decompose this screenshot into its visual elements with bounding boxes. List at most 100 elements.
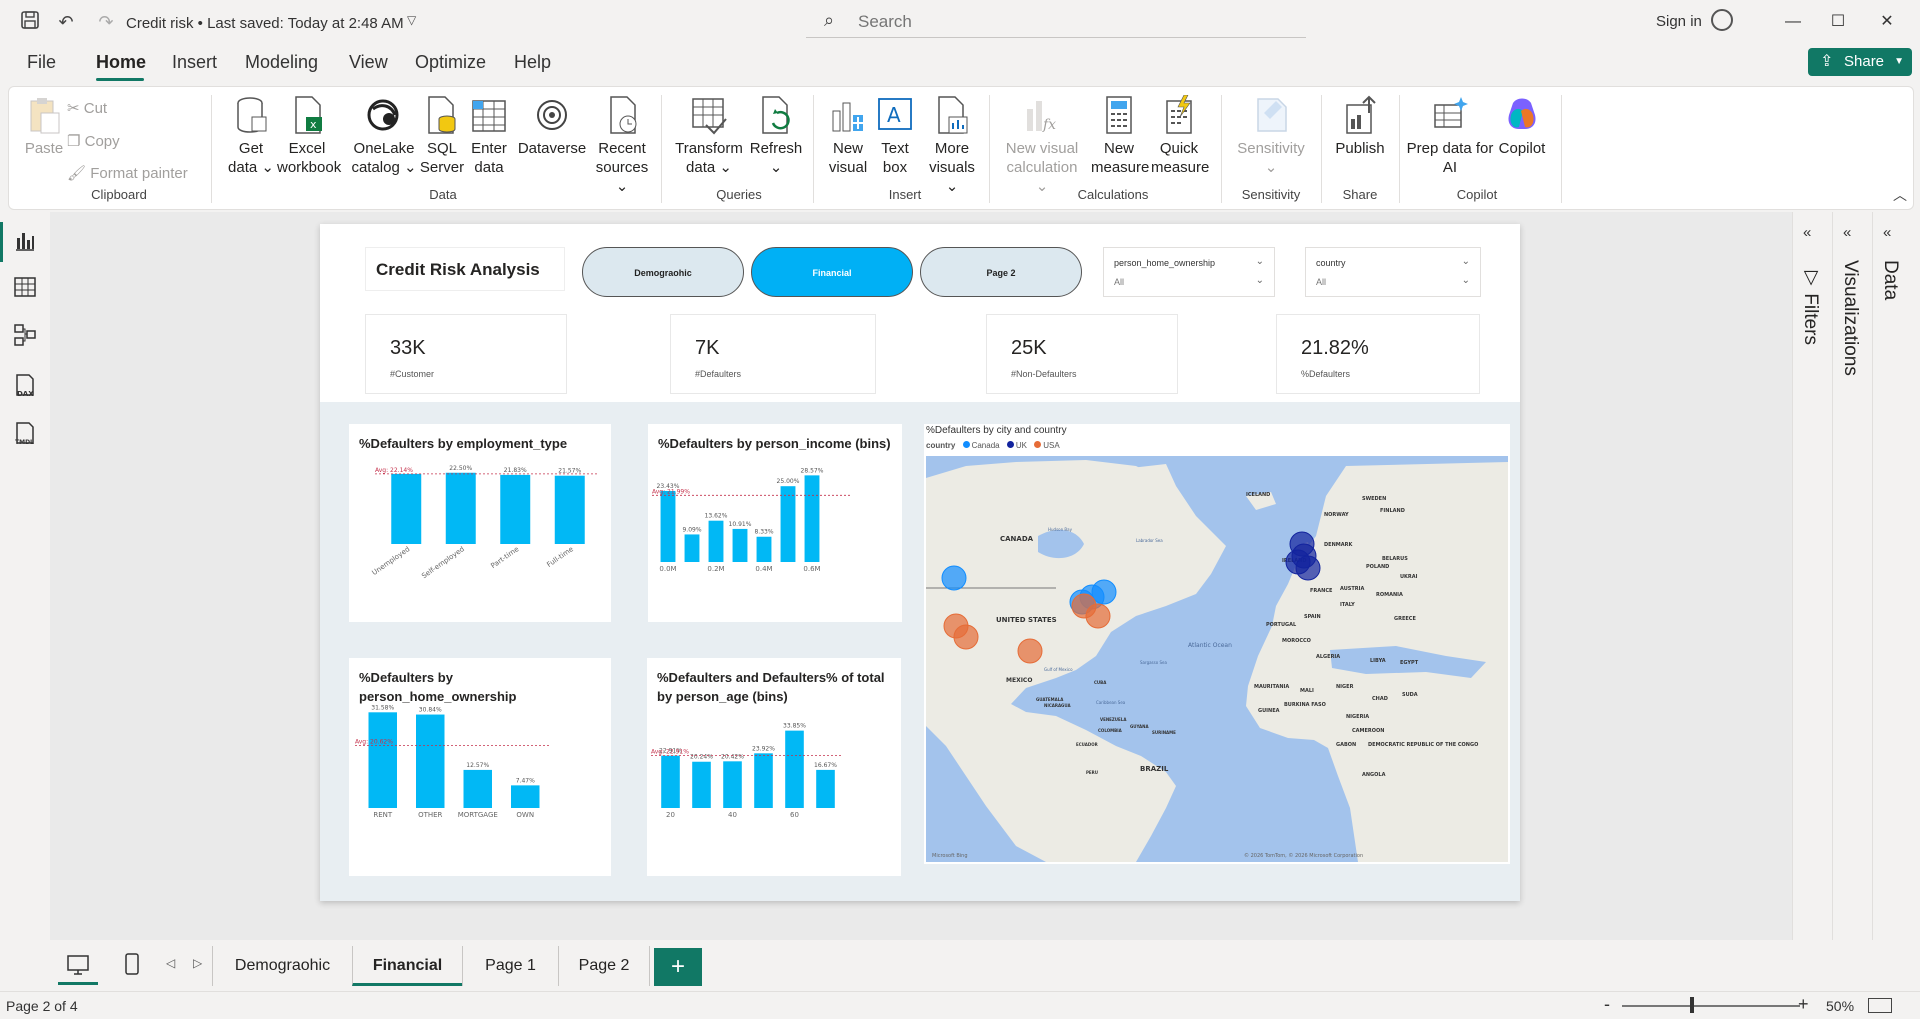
- chevron-left-icon[interactable]: «: [1883, 224, 1891, 241]
- collapse-ribbon-icon[interactable]: ︿: [1893, 185, 1907, 205]
- quick-measure-button[interactable]: Quick measure: [1151, 95, 1209, 177]
- get-data-button[interactable]: Get data ⌄: [221, 95, 281, 177]
- map-label: NICARAGUA: [1044, 703, 1071, 708]
- kpi-card-defaulter-rate[interactable]: 21.82% %Defaulters: [1276, 314, 1480, 394]
- maximize-icon[interactable]: ☐: [1821, 10, 1855, 34]
- pane-visualizations[interactable]: « Visualizations: [1832, 212, 1872, 947]
- page-tab-financial[interactable]: Financial: [352, 946, 462, 986]
- new-measure-button[interactable]: New measure: [1091, 95, 1149, 177]
- zoom-slider[interactable]: [1622, 1005, 1800, 1007]
- more-visuals-button[interactable]: More visuals ⌄: [921, 95, 983, 196]
- bar: [554, 475, 585, 544]
- slicer-home-ownership[interactable]: person_home_ownership ⌄ All ⌄: [1103, 247, 1275, 297]
- add-page-button[interactable]: +: [654, 948, 702, 986]
- menu-help[interactable]: Help: [514, 52, 551, 73]
- menu-file[interactable]: File: [27, 52, 56, 73]
- chart-card-age-bins[interactable]: %Defaulters and Defaulters% of total by …: [647, 658, 901, 876]
- kpi-card-defaulters[interactable]: 7K #Defaulters: [670, 314, 876, 394]
- zoom-out-button[interactable]: -: [1604, 994, 1610, 1015]
- kpi-card-customers[interactable]: 33K #Customer: [365, 314, 567, 394]
- chevron-down-icon[interactable]: ▽: [407, 13, 416, 27]
- text-box-button[interactable]: A Text box: [873, 95, 917, 177]
- data-label: 28.57%: [801, 467, 824, 474]
- format-painter-button[interactable]: 🖌 Format painter: [67, 164, 188, 182]
- recent-sources-button[interactable]: Recent sources ⌄: [589, 95, 655, 196]
- dataverse-button[interactable]: Dataverse: [515, 95, 589, 158]
- page-tab-page-2[interactable]: Page 2: [558, 946, 650, 986]
- enter-data-button[interactable]: Enter data: [467, 95, 511, 177]
- search-box[interactable]: ⌕: [806, 6, 1306, 38]
- scroll-left-icon[interactable]: ◁: [166, 956, 175, 970]
- search-input[interactable]: [858, 10, 1278, 34]
- nav-button-financial[interactable]: Financial: [751, 247, 913, 297]
- map-card[interactable]: %Defaulters by city and country country …: [924, 424, 1510, 864]
- menu-modeling[interactable]: Modeling: [245, 52, 318, 73]
- dax-query-view-icon[interactable]: DAX: [12, 372, 38, 398]
- undo-icon[interactable]: ↶: [54, 10, 78, 34]
- map-label: Atlantic Ocean: [1188, 642, 1232, 649]
- active-view-indicator: [0, 222, 3, 262]
- copy-button[interactable]: ❐ Copy: [67, 132, 120, 150]
- nav-button-page-2[interactable]: Page 2: [920, 247, 1082, 297]
- chevron-down-icon[interactable]: ⌄: [1462, 256, 1470, 267]
- desktop-layout-icon[interactable]: [66, 954, 90, 976]
- minimize-icon[interactable]: —: [1776, 10, 1810, 34]
- cut-button[interactable]: ✂ Cut: [67, 99, 107, 117]
- menu-view[interactable]: View: [349, 52, 388, 73]
- slicer-country[interactable]: country ⌄ All ⌄: [1305, 247, 1481, 297]
- pane-data[interactable]: « Data: [1872, 212, 1920, 947]
- page-tab-demograohic[interactable]: Demograohic: [212, 946, 352, 986]
- publish-button[interactable]: Publish: [1327, 95, 1393, 158]
- chevron-left-icon[interactable]: «: [1843, 224, 1851, 241]
- map-label: SURINAME: [1152, 730, 1176, 735]
- kpi-card-non-defaulters[interactable]: 25K #Non-Defaulters: [986, 314, 1178, 394]
- sensitivity-button[interactable]: Sensitivity ⌄: [1231, 95, 1311, 177]
- zoom-in-button[interactable]: +: [1798, 994, 1809, 1015]
- chevron-left-icon[interactable]: «: [1803, 224, 1811, 241]
- refresh-button[interactable]: Refresh ⌄: [745, 95, 807, 177]
- bar: [756, 536, 772, 562]
- save-icon[interactable]: [18, 10, 42, 34]
- zoom-slider-thumb[interactable]: [1690, 997, 1694, 1013]
- prep-data-for-ai-button[interactable]: Prep data for AI: [1405, 95, 1495, 177]
- excel-workbook-button[interactable]: x Excel workbook: [277, 95, 341, 177]
- redo-icon[interactable]: ↷: [94, 10, 118, 34]
- model-view-icon[interactable]: [12, 322, 38, 348]
- paste-button[interactable]: Paste: [19, 95, 69, 158]
- mobile-layout-icon[interactable]: [124, 952, 140, 976]
- chevron-down-icon[interactable]: ⌄: [1462, 275, 1470, 286]
- chevron-down-icon[interactable]: ⌄: [1256, 256, 1264, 267]
- new-visual-calculation-button[interactable]: fx New visual calculation ⌄: [999, 95, 1085, 196]
- map-label: ICELAND: [1246, 492, 1270, 498]
- map-label: COLOMBIA: [1098, 728, 1123, 733]
- chart-card-income-bins[interactable]: %Defaulters by person_income (bins) 23.4…: [648, 424, 902, 622]
- transform-data-button[interactable]: Transform data ⌄: [671, 95, 747, 177]
- chart-card-employment-type[interactable]: %Defaulters by employment_type Unemploye…: [349, 424, 611, 622]
- share-button[interactable]: ⇪ Share ▼: [1808, 48, 1912, 76]
- table-view-icon[interactable]: [12, 274, 38, 300]
- pane-filters[interactable]: « ▽ Filters: [1792, 212, 1832, 947]
- close-icon[interactable]: ✕: [1870, 10, 1904, 34]
- menu-home[interactable]: Home: [96, 52, 146, 73]
- share-label: Share: [1844, 53, 1885, 70]
- chart-card-home-ownership[interactable]: %Defaulters by person_home_ownership 31.…: [349, 658, 611, 876]
- new-visual-button[interactable]: New visual: [823, 95, 873, 177]
- menu-insert[interactable]: Insert: [172, 52, 217, 73]
- sign-in-link[interactable]: Sign in: [1656, 13, 1702, 30]
- page-tabs-bar: ◁ ▷ Demograohic Financial Page 1 Page 2 …: [0, 940, 1920, 990]
- avatar-icon[interactable]: [1711, 9, 1733, 31]
- fit-to-page-icon[interactable]: [1868, 998, 1892, 1013]
- tmdl-view-icon[interactable]: TMDL: [12, 420, 38, 446]
- chevron-down-icon[interactable]: ⌄: [1256, 275, 1264, 286]
- menu-optimize[interactable]: Optimize: [415, 52, 486, 73]
- onelake-catalog-button[interactable]: OneLake catalog ⌄: [347, 95, 421, 177]
- bar: [684, 534, 700, 562]
- map-canvas[interactable]: CANADA UNITED STATES MEXICO BRAZIL Hudson Ba…: [926, 456, 1508, 862]
- copilot-button[interactable]: Copilot: [1491, 95, 1553, 158]
- nav-button-demograohic[interactable]: Demograohic: [582, 247, 744, 297]
- scroll-right-icon[interactable]: ▷: [193, 956, 202, 970]
- report-view-icon[interactable]: [12, 228, 38, 254]
- map-label: BURKINA FASO: [1284, 702, 1326, 708]
- page-tab-page-1[interactable]: Page 1: [462, 946, 558, 986]
- sql-server-button[interactable]: SQL Server: [417, 95, 467, 177]
